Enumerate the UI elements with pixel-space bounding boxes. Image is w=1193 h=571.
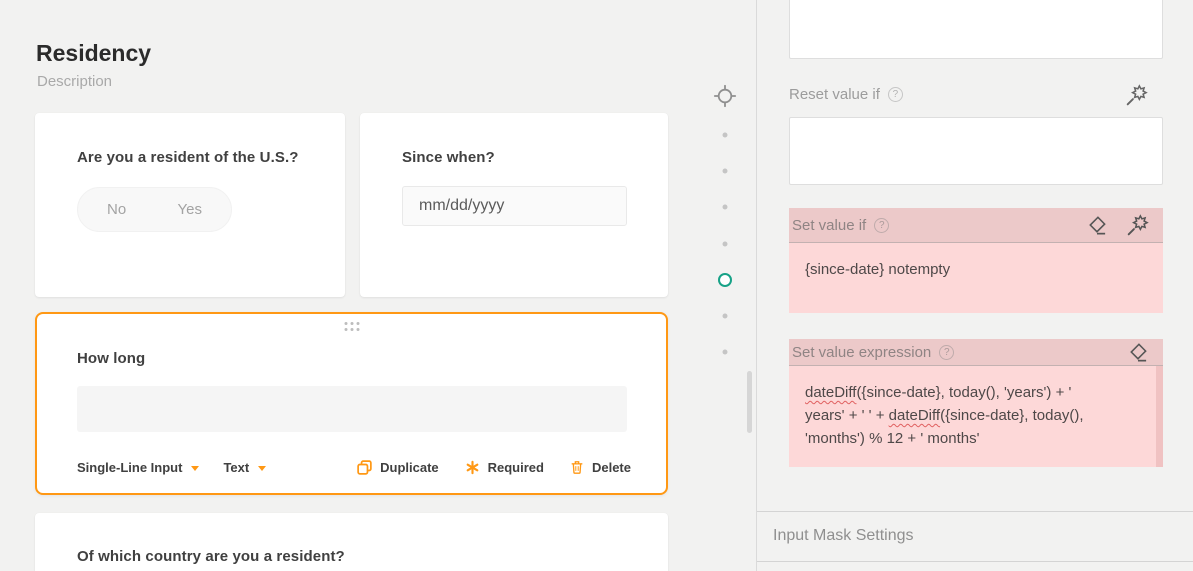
question-title-country: Of which country are you a resident? [77,548,345,565]
set-value-expression-editor[interactable]: dateDiff({since-date}, today(), 'years')… [789,366,1163,467]
reset-value-if-editor[interactable] [789,117,1163,185]
question-title-how-long: How long [77,350,146,367]
set-value-if-editor[interactable]: {since-date} notempty [789,243,1163,313]
question-card-since-when[interactable]: Since when? mm/dd/yyyy [360,113,668,297]
duplicate-icon [356,459,373,476]
date-placeholder: mm/dd/yyyy [419,197,505,214]
page-description[interactable]: Description [37,73,112,90]
question-title-resident: Are you a resident of the U.S.? [77,149,299,166]
set-value-expression-header: Set value expression ? [789,339,1163,366]
property-editor-top[interactable] [789,0,1163,59]
magic-wand-icon[interactable] [1125,84,1148,107]
question-title-since-when: Since when? [402,149,495,166]
focus-crosshair-icon[interactable] [713,84,737,108]
required-label: Required [487,459,544,475]
question-type-label: Single-Line Input [77,459,183,475]
page-dot[interactable] [722,241,728,247]
boolean-toggle: No Yes [77,187,232,232]
question-type-dropdown[interactable]: Single-Line Input [77,459,200,475]
text-input-empty[interactable] [77,386,627,432]
page-title[interactable]: Residency [36,40,151,67]
date-input[interactable]: mm/dd/yyyy [402,186,627,226]
section-input-mask-settings[interactable]: Input Mask Settings [773,527,914,545]
question-actions: Duplicate Required Delete [356,459,631,476]
drag-handle-icon[interactable] [344,322,359,331]
page-dot[interactable] [722,204,728,210]
property-grid: Reset value if ? Set value if ? {since-d… [757,0,1193,571]
required-asterisk-icon [464,459,481,476]
set-value-if-header: Set value if ? [789,208,1163,243]
required-button[interactable]: Required [464,459,544,476]
page-dot[interactable] [722,132,728,138]
duplicate-label: Duplicate [380,459,439,475]
question-toolbar: Single-Line Input Text Duplicate Require… [77,455,631,479]
set-value-expression-label: Set value expression [792,343,932,361]
trash-icon [569,459,585,476]
toggle-option-no[interactable]: No [107,201,126,218]
page-dot-current[interactable] [718,272,732,287]
caret-down-icon [258,465,267,471]
duplicate-button[interactable]: Duplicate [356,459,439,476]
set-value-if-value: {since-date} notempty [805,261,951,278]
reset-value-if-row: Reset value if ? [789,86,903,103]
toggle-option-yes[interactable]: Yes [178,201,202,218]
survey-creator-screen: Residency Description Are you a resident… [0,0,1193,571]
section-divider [757,511,1193,512]
set-value-if-label: Set value if [792,216,867,234]
question-card-country[interactable]: Of which country are you a resident? [35,513,668,571]
delete-label: Delete [591,459,631,475]
input-type-label: Text [223,459,250,475]
reset-value-if-label: Reset value if [789,86,880,103]
section-divider [757,561,1193,562]
question-card-how-long-selected[interactable]: How long Single-Line Input Text Duplicat… [35,312,668,495]
eraser-icon[interactable] [1126,341,1149,364]
page-dot[interactable] [722,313,728,319]
caret-down-icon [191,465,200,471]
help-icon[interactable]: ? [887,87,903,102]
page-dot[interactable] [722,168,728,174]
question-card-resident[interactable]: Are you a resident of the U.S.? No Yes [35,113,345,297]
canvas-scrollbar-thumb[interactable] [747,371,752,433]
page-dot[interactable] [722,349,728,355]
input-type-dropdown[interactable]: Text [223,459,267,475]
eraser-icon[interactable] [1085,214,1108,237]
help-icon[interactable]: ? [939,344,955,360]
magic-wand-icon[interactable] [1126,213,1149,237]
editor-scrollbar[interactable] [1156,366,1163,467]
delete-button[interactable]: Delete [569,459,631,476]
help-icon[interactable]: ? [874,217,890,233]
